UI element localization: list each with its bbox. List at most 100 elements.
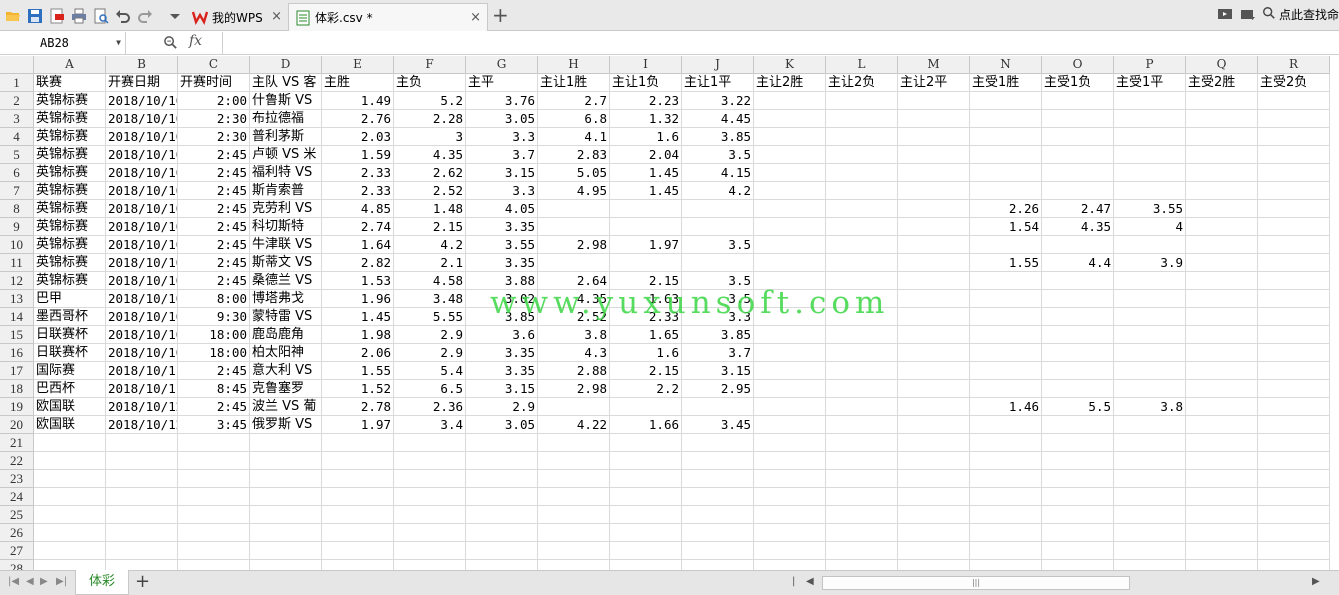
grid-cell[interactable]: 2:45 <box>178 182 250 200</box>
grid-cell[interactable]: 4.15 <box>682 164 754 182</box>
grid-cell[interactable] <box>34 488 106 506</box>
grid-cell[interactable] <box>754 470 826 488</box>
grid-cell[interactable] <box>394 488 466 506</box>
grid-cell[interactable] <box>1042 290 1114 308</box>
grid-cell[interactable] <box>1186 236 1258 254</box>
grid-cell[interactable]: 英锦标赛 <box>34 254 106 272</box>
grid-cell[interactable] <box>250 506 322 524</box>
column-header[interactable]: E <box>322 56 394 74</box>
grid-cell[interactable] <box>1186 308 1258 326</box>
grid-cell[interactable]: 1.52 <box>322 380 394 398</box>
grid-cell[interactable] <box>1114 236 1186 254</box>
grid-cell[interactable]: 2018/10/10 <box>106 110 178 128</box>
grid-cell[interactable] <box>610 254 682 272</box>
grid-cell[interactable]: 2.28 <box>394 110 466 128</box>
grid-cell[interactable] <box>970 164 1042 182</box>
grid-cell[interactable]: 什鲁斯 VS <box>250 92 322 110</box>
grid-cell[interactable]: 卢顿 VS 米 <box>250 146 322 164</box>
grid-cell[interactable]: 5.2 <box>394 92 466 110</box>
grid-cell[interactable]: 普利茅斯 <box>250 128 322 146</box>
grid-cell[interactable] <box>1258 272 1330 290</box>
grid-cell[interactable]: 3.85 <box>682 326 754 344</box>
grid-cell[interactable] <box>898 326 970 344</box>
grid-cell[interactable] <box>754 452 826 470</box>
search-button[interactable]: 点此查找命 <box>1262 6 1339 23</box>
grid-cell[interactable] <box>826 146 898 164</box>
grid-cell[interactable]: 意大利 VS <box>250 362 322 380</box>
grid-cell[interactable]: 5.4 <box>394 362 466 380</box>
grid-cell[interactable] <box>754 398 826 416</box>
grid-cell[interactable]: 主受1平 <box>1114 74 1186 92</box>
grid-cell[interactable] <box>1258 146 1330 164</box>
grid-cell[interactable]: 3.76 <box>466 92 538 110</box>
grid-cell[interactable] <box>1114 272 1186 290</box>
grid-cell[interactable]: 3.05 <box>466 416 538 434</box>
grid-cell[interactable] <box>826 254 898 272</box>
grid-cell[interactable]: 2018/10/10 <box>106 344 178 362</box>
grid-cell[interactable]: 3.48 <box>394 290 466 308</box>
grid-cell[interactable] <box>322 488 394 506</box>
grid-cell[interactable] <box>34 434 106 452</box>
grid-cell[interactable] <box>1114 380 1186 398</box>
grid-cell[interactable]: 2:30 <box>178 110 250 128</box>
grid-cell[interactable] <box>898 452 970 470</box>
grid-cell[interactable] <box>754 524 826 542</box>
row-header[interactable]: 9 <box>0 218 34 236</box>
tab-my-wps[interactable]: 我的WPS × <box>186 3 288 31</box>
grid-cell[interactable] <box>1186 344 1258 362</box>
row-header[interactable]: 7 <box>0 182 34 200</box>
grid-cell[interactable] <box>898 290 970 308</box>
grid-cell[interactable] <box>898 272 970 290</box>
grid-cell[interactable] <box>1042 182 1114 200</box>
grid-cell[interactable] <box>610 434 682 452</box>
grid-cell[interactable]: 巴西杯 <box>34 380 106 398</box>
grid-cell[interactable] <box>1114 416 1186 434</box>
grid-cell[interactable] <box>1186 416 1258 434</box>
grid-cell[interactable] <box>682 434 754 452</box>
grid-cell[interactable] <box>682 254 754 272</box>
grid-cell[interactable] <box>754 308 826 326</box>
grid-cell[interactable] <box>1042 164 1114 182</box>
grid-cell[interactable] <box>754 344 826 362</box>
grid-cell[interactable] <box>466 434 538 452</box>
grid-cell[interactable] <box>1258 164 1330 182</box>
grid-cell[interactable] <box>1114 164 1186 182</box>
grid-cell[interactable]: 4.22 <box>538 416 610 434</box>
grid-cell[interactable] <box>250 488 322 506</box>
grid-cell[interactable]: 1.96 <box>322 290 394 308</box>
grid-cell[interactable] <box>1042 488 1114 506</box>
grid-cell[interactable] <box>1114 128 1186 146</box>
grid-cell[interactable]: 主受2胜 <box>1186 74 1258 92</box>
grid-cell[interactable] <box>466 488 538 506</box>
grid-cell[interactable] <box>1042 128 1114 146</box>
grid-cell[interactable]: 主平 <box>466 74 538 92</box>
grid-cell[interactable] <box>178 524 250 542</box>
grid-cell[interactable] <box>970 488 1042 506</box>
grid-cell[interactable] <box>898 416 970 434</box>
grid-cell[interactable]: 3.5 <box>682 146 754 164</box>
grid-cell[interactable] <box>250 434 322 452</box>
grid-cell[interactable] <box>754 290 826 308</box>
grid-cell[interactable]: 3 <box>394 128 466 146</box>
grid-cell[interactable] <box>1114 92 1186 110</box>
grid-cell[interactable] <box>34 470 106 488</box>
grid-cell[interactable] <box>1186 380 1258 398</box>
grid-cell[interactable]: 2.26 <box>970 200 1042 218</box>
grid-cell[interactable] <box>322 452 394 470</box>
grid-cell[interactable]: 4.05 <box>466 200 538 218</box>
row-header[interactable]: 14 <box>0 308 34 326</box>
grid-cell[interactable]: 3.8 <box>1114 398 1186 416</box>
grid-cell[interactable] <box>250 452 322 470</box>
grid-cell[interactable] <box>1258 434 1330 452</box>
grid-cell[interactable]: 英锦标赛 <box>34 182 106 200</box>
grid-cell[interactable] <box>1042 470 1114 488</box>
grid-cell[interactable]: 2018/10/11 <box>106 380 178 398</box>
grid-cell[interactable] <box>1258 218 1330 236</box>
grid-cell[interactable]: 2:45 <box>178 146 250 164</box>
grid-cell[interactable] <box>1186 254 1258 272</box>
grid-cell[interactable]: 牛津联 VS <box>250 236 322 254</box>
undo-icon[interactable] <box>114 7 132 25</box>
customize-dropdown-icon[interactable] <box>166 7 184 25</box>
grid-cell[interactable]: 2.2 <box>610 380 682 398</box>
grid-cell[interactable] <box>178 488 250 506</box>
